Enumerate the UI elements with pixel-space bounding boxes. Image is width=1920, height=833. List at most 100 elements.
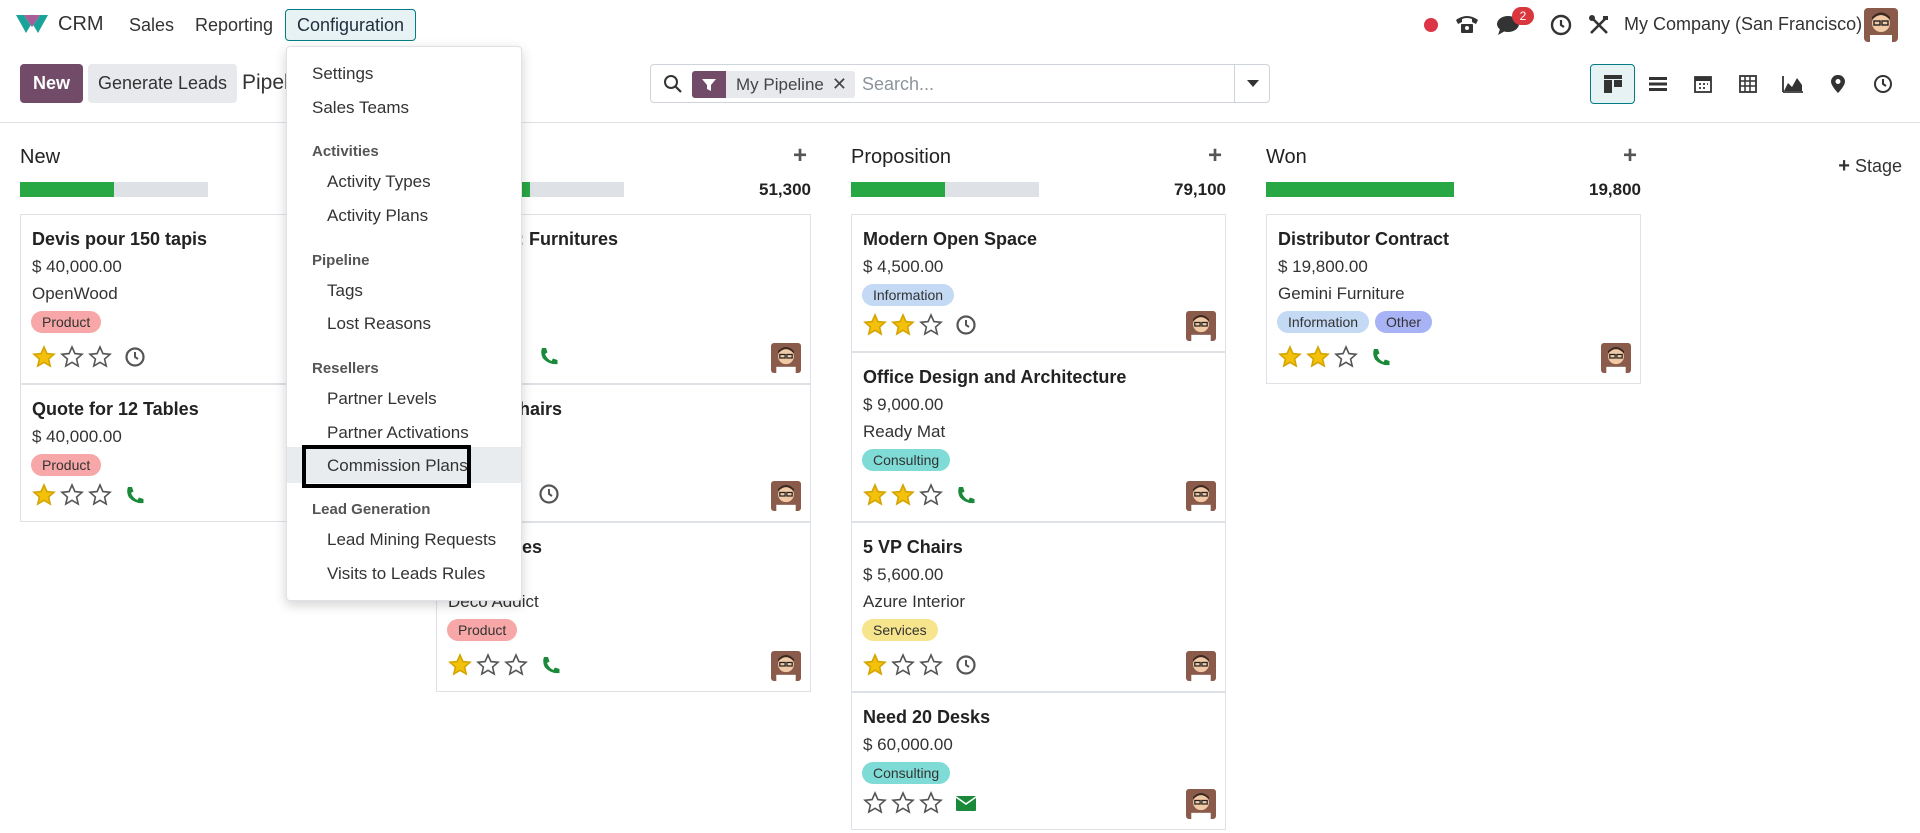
- star-filled-icon[interactable]: [862, 313, 888, 337]
- column-quick-add-icon[interactable]: +: [1623, 142, 1637, 170]
- activity-phone-icon[interactable]: [123, 484, 147, 506]
- dropdown-item-activity-plans[interactable]: Activity Plans: [327, 206, 428, 226]
- tag-badge: Information: [862, 284, 955, 306]
- add-stage-button[interactable]: + Stage: [1681, 148, 1920, 184]
- tag-badge: Consulting: [862, 762, 951, 784]
- search-options-toggle[interactable]: [1234, 65, 1270, 102]
- dropdown-item-lead-mining[interactable]: Lead Mining Requests: [327, 530, 496, 550]
- menu-configuration[interactable]: Configuration: [285, 9, 417, 41]
- star-empty-icon[interactable]: [503, 653, 529, 677]
- activity-clock-icon[interactable]: [123, 346, 147, 368]
- crm-logo-icon[interactable]: [14, 11, 50, 37]
- generate-leads-button[interactable]: Generate Leads: [88, 64, 237, 103]
- star-filled-icon[interactable]: [1305, 345, 1331, 369]
- card-amount: $ 19,800.00: [1278, 257, 1368, 276]
- menu-reporting[interactable]: Reporting: [183, 9, 285, 41]
- kanban-card[interactable]: 5 VP Chairs $ 5,600.00 Azure Interior Servi…: [851, 522, 1226, 692]
- dropdown-item-tags[interactable]: Tags: [327, 281, 363, 301]
- kanban-card[interactable]: Modern Open Space $ 4,500.00 Information: [851, 214, 1226, 352]
- salesperson-avatar[interactable]: [771, 343, 801, 373]
- dropdown-item-partner-activations[interactable]: Partner Activations: [327, 423, 469, 443]
- card-amount: $ 5,600.00: [863, 565, 944, 584]
- card-amount: $ 60,000.00: [863, 735, 953, 754]
- activity-clock-icon[interactable]: [1548, 12, 1574, 38]
- phone-icon[interactable]: [1452, 12, 1482, 38]
- salesperson-avatar[interactable]: [1186, 311, 1216, 341]
- star-empty-icon[interactable]: [918, 791, 944, 815]
- star-empty-icon[interactable]: [87, 345, 113, 369]
- card-tags: Information Other: [1277, 311, 1433, 333]
- activity-view-icon[interactable]: [1860, 64, 1905, 104]
- debug-tools-icon[interactable]: [1586, 12, 1612, 38]
- search-icon[interactable]: [663, 74, 683, 99]
- column-quick-add-icon[interactable]: +: [793, 142, 807, 170]
- recording-indicator-icon[interactable]: [1423, 12, 1439, 38]
- salesperson-avatar[interactable]: [1186, 789, 1216, 819]
- calendar-view-icon[interactable]: [1680, 64, 1725, 104]
- activity-phone-icon[interactable]: [1369, 346, 1393, 368]
- salesperson-avatar[interactable]: [1601, 343, 1631, 373]
- graph-view-icon[interactable]: [1770, 64, 1815, 104]
- star-filled-icon[interactable]: [447, 653, 473, 677]
- search-input[interactable]: [862, 71, 1232, 97]
- kanban-card[interactable]: Office Design and Architecture $ 9,000.00…: [851, 352, 1226, 522]
- star-empty-icon[interactable]: [862, 791, 888, 815]
- star-empty-icon[interactable]: [1333, 345, 1359, 369]
- activity-phone-icon[interactable]: [537, 345, 561, 367]
- star-empty-icon[interactable]: [918, 653, 944, 677]
- activity-phone-icon[interactable]: [954, 484, 978, 506]
- remove-facet-icon[interactable]: ✕: [832, 74, 855, 95]
- column-progress-bar[interactable]: [1266, 182, 1454, 197]
- dropdown-item-partner-levels[interactable]: Partner Levels: [327, 389, 437, 409]
- star-empty-icon[interactable]: [475, 653, 501, 677]
- company-switcher[interactable]: My Company (San Francisco): [1624, 14, 1862, 35]
- card-title: Distributor Contract: [1278, 229, 1449, 249]
- app-name[interactable]: CRM: [58, 13, 104, 36]
- menu-sales[interactable]: Sales: [117, 9, 186, 41]
- user-avatar[interactable]: [1864, 8, 1898, 42]
- list-view-icon[interactable]: [1635, 64, 1680, 104]
- dropdown-header-resellers: Resellers: [312, 360, 379, 377]
- card-amount: $ 4,500.00: [863, 257, 944, 276]
- star-filled-icon[interactable]: [890, 313, 916, 337]
- salesperson-avatar[interactable]: [771, 481, 801, 511]
- star-filled-icon[interactable]: [31, 345, 57, 369]
- star-filled-icon[interactable]: [862, 653, 888, 677]
- activity-clock-icon[interactable]: [954, 314, 978, 336]
- pivot-view-icon[interactable]: [1725, 64, 1770, 104]
- column-progress-bar[interactable]: [20, 182, 208, 197]
- star-filled-icon[interactable]: [31, 483, 57, 507]
- star-filled-icon[interactable]: [890, 483, 916, 507]
- dropdown-item-visits-rules[interactable]: Visits to Leads Rules: [327, 564, 485, 584]
- kanban-card[interactable]: Distributor Contract $ 19,800.00 Gemini Fu…: [1266, 214, 1641, 384]
- dropdown-item-sales-teams[interactable]: Sales Teams: [312, 98, 409, 118]
- star-filled-icon[interactable]: [862, 483, 888, 507]
- activity-clock-icon[interactable]: [954, 654, 978, 676]
- map-view-icon[interactable]: [1815, 64, 1860, 104]
- star-empty-icon[interactable]: [59, 483, 85, 507]
- activity-email-icon[interactable]: [954, 792, 978, 814]
- search-bar[interactable]: My Pipeline ✕: [650, 64, 1270, 103]
- new-button[interactable]: New: [20, 64, 83, 103]
- kanban-view-icon[interactable]: [1590, 64, 1635, 104]
- activity-clock-icon[interactable]: [537, 483, 561, 505]
- salesperson-avatar[interactable]: [1186, 651, 1216, 681]
- card-priority-and-activity: [862, 483, 978, 507]
- star-filled-icon[interactable]: [1277, 345, 1303, 369]
- star-empty-icon[interactable]: [59, 345, 85, 369]
- kanban-card[interactable]: Need 20 Desks $ 60,000.00 Consulting: [851, 692, 1226, 830]
- star-empty-icon[interactable]: [890, 653, 916, 677]
- star-empty-icon[interactable]: [918, 483, 944, 507]
- star-empty-icon[interactable]: [890, 791, 916, 815]
- dropdown-item-activity-types[interactable]: Activity Types: [327, 172, 431, 192]
- star-empty-icon[interactable]: [87, 483, 113, 507]
- column-progress-bar[interactable]: [851, 182, 1039, 197]
- dropdown-item-lost-reasons[interactable]: Lost Reasons: [327, 314, 431, 334]
- salesperson-avatar[interactable]: [1186, 481, 1216, 511]
- dropdown-item-settings[interactable]: Settings: [312, 64, 373, 84]
- salesperson-avatar[interactable]: [771, 651, 801, 681]
- star-empty-icon[interactable]: [918, 313, 944, 337]
- column-title: Proposition: [851, 146, 952, 168]
- activity-phone-icon[interactable]: [539, 654, 563, 676]
- column-quick-add-icon[interactable]: +: [1208, 142, 1222, 170]
